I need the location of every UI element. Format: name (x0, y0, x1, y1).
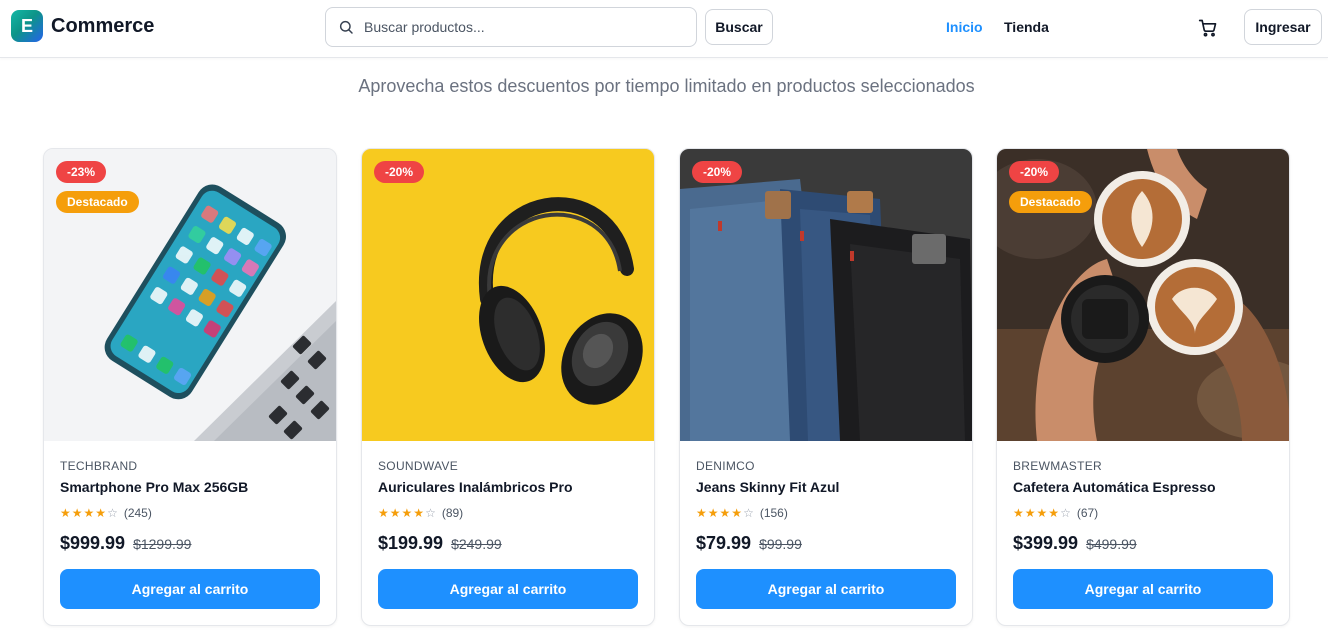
section-subtitle: Aprovecha estos descuentos por tiempo li… (358, 76, 975, 96)
current-price: $399.99 (1013, 533, 1079, 553)
star-full-icon: ★ (389, 506, 401, 520)
jeans-photo (680, 149, 972, 441)
product-brand: BREWMASTER (1013, 459, 1103, 473)
logo-badge: E (11, 10, 43, 42)
featured-badge: Destacado (1009, 191, 1092, 213)
top-navigation-bar: E Commerce Buscar Inicio Tienda Ingresar (0, 0, 1328, 58)
discount-badge: -20% (692, 161, 743, 183)
star-full-icon: ★ (1024, 506, 1036, 520)
star-empty-icon: ☆ (1060, 506, 1071, 520)
star-full-icon: ★ (83, 506, 95, 520)
product-image[interactable]: -20% (362, 149, 654, 441)
original-price: $249.99 (451, 536, 502, 552)
search-input[interactable] (364, 19, 684, 35)
logo-text: Commerce (51, 14, 155, 37)
review-count: (245) (123, 506, 152, 520)
star-full-icon: ★ (719, 506, 731, 520)
star-full-icon: ★ (401, 506, 413, 520)
price-row: $399.99 $499.99 (1013, 533, 1275, 554)
product-rating: ★ ★ ★ ★ ☆ (67) (1013, 505, 1275, 521)
nav-link-tienda[interactable]: Tienda (1004, 19, 1049, 35)
product-name[interactable]: Jeans Skinny Fit Azul (696, 479, 958, 495)
product-rating: ★ ★ ★ ★ ☆ (89) (378, 505, 640, 521)
star-empty-icon: ☆ (743, 506, 754, 520)
star-full-icon: ★ (413, 506, 425, 520)
star-full-icon: ★ (71, 506, 83, 520)
price-row: $199.99 $249.99 (378, 533, 640, 554)
star-empty-icon: ☆ (107, 506, 118, 520)
star-full-icon: ★ (378, 506, 389, 520)
product-card[interactable]: -23% Destacado TECHBRAND Smartphone Pro … (43, 148, 337, 626)
product-card[interactable]: -20% DENIMCO Jeans Skinny Fit Azul ★ ★ ★ ★ ☆… (679, 148, 973, 626)
original-price: $99.99 (759, 536, 802, 552)
star-full-icon: ★ (1013, 506, 1024, 520)
product-name[interactable]: Smartphone Pro Max 256GB (60, 479, 322, 495)
current-price: $199.99 (378, 533, 444, 553)
star-full-icon: ★ (696, 506, 707, 520)
rating-stars: ★ ★ ★ ★ ☆ (60, 507, 119, 519)
rating-stars: ★ ★ ★ ★ ☆ (696, 507, 755, 519)
product-image[interactable]: -23% Destacado (44, 149, 336, 441)
login-button[interactable]: Ingresar (1244, 9, 1322, 45)
product-brand: TECHBRAND (60, 459, 138, 473)
product-rating: ★ ★ ★ ★ ☆ (156) (696, 505, 958, 521)
star-full-icon: ★ (60, 506, 71, 520)
add-to-cart-button[interactable]: Agregar al carrito (1013, 569, 1273, 609)
product-image[interactable]: -20% Destacado (997, 149, 1289, 441)
search-icon (339, 20, 353, 34)
shopping-cart-icon[interactable] (1198, 18, 1218, 38)
search-box (325, 7, 697, 47)
price-row: $79.99 $99.99 (696, 533, 958, 554)
logo[interactable]: E Commerce (11, 10, 154, 42)
star-full-icon: ★ (1036, 506, 1048, 520)
price-row: $999.99 $1299.99 (60, 533, 322, 554)
product-brand: DENIMCO (696, 459, 755, 473)
product-info: DENIMCO Jeans Skinny Fit Azul ★ ★ ★ ★ ☆ (156… (696, 459, 958, 554)
product-card[interactable]: -20% Destacado BREWMASTER Cafetera Autom… (996, 148, 1290, 626)
star-full-icon: ★ (1048, 506, 1060, 520)
product-rating: ★ ★ ★ ★ ☆ (245) (60, 505, 322, 521)
add-to-cart-button[interactable]: Agregar al carrito (696, 569, 956, 609)
review-count: (67) (1076, 506, 1099, 520)
discount-badge: -20% (1009, 161, 1060, 183)
star-full-icon: ★ (731, 506, 743, 520)
product-brand: SOUNDWAVE (378, 459, 459, 473)
product-info: BREWMASTER Cafetera Automática Espresso … (1013, 459, 1275, 554)
featured-badge: Destacado (56, 191, 139, 213)
search-button[interactable]: Buscar (705, 9, 773, 45)
add-to-cart-button[interactable]: Agregar al carrito (378, 569, 638, 609)
add-to-cart-button[interactable]: Agregar al carrito (60, 569, 320, 609)
rating-stars: ★ ★ ★ ★ ☆ (1013, 507, 1072, 519)
review-count: (89) (441, 506, 464, 520)
current-price: $79.99 (696, 533, 752, 553)
product-image[interactable]: -20% (680, 149, 972, 441)
nav-link-inicio[interactable]: Inicio (946, 19, 983, 35)
product-info: SOUNDWAVE Auriculares Inalámbricos Pro ★… (378, 459, 640, 554)
original-price: $499.99 (1086, 536, 1137, 552)
star-empty-icon: ☆ (425, 506, 436, 520)
current-price: $999.99 (60, 533, 126, 553)
product-name[interactable]: Auriculares Inalámbricos Pro (378, 479, 640, 495)
product-info: TECHBRAND Smartphone Pro Max 256GB ★ ★ ★ ★ ☆… (60, 459, 322, 554)
discount-badge: -23% (56, 161, 107, 183)
review-count: (156) (759, 506, 788, 520)
star-full-icon: ★ (707, 506, 719, 520)
product-name[interactable]: Cafetera Automática Espresso (1013, 479, 1275, 495)
star-full-icon: ★ (95, 506, 107, 520)
original-price: $1299.99 (133, 536, 192, 552)
discount-badge: -20% (374, 161, 425, 183)
product-card[interactable]: -20% SOUNDWAVE Auriculares Inalámbricos … (361, 148, 655, 626)
headphones-photo (362, 149, 654, 441)
rating-stars: ★ ★ ★ ★ ☆ (378, 507, 437, 519)
